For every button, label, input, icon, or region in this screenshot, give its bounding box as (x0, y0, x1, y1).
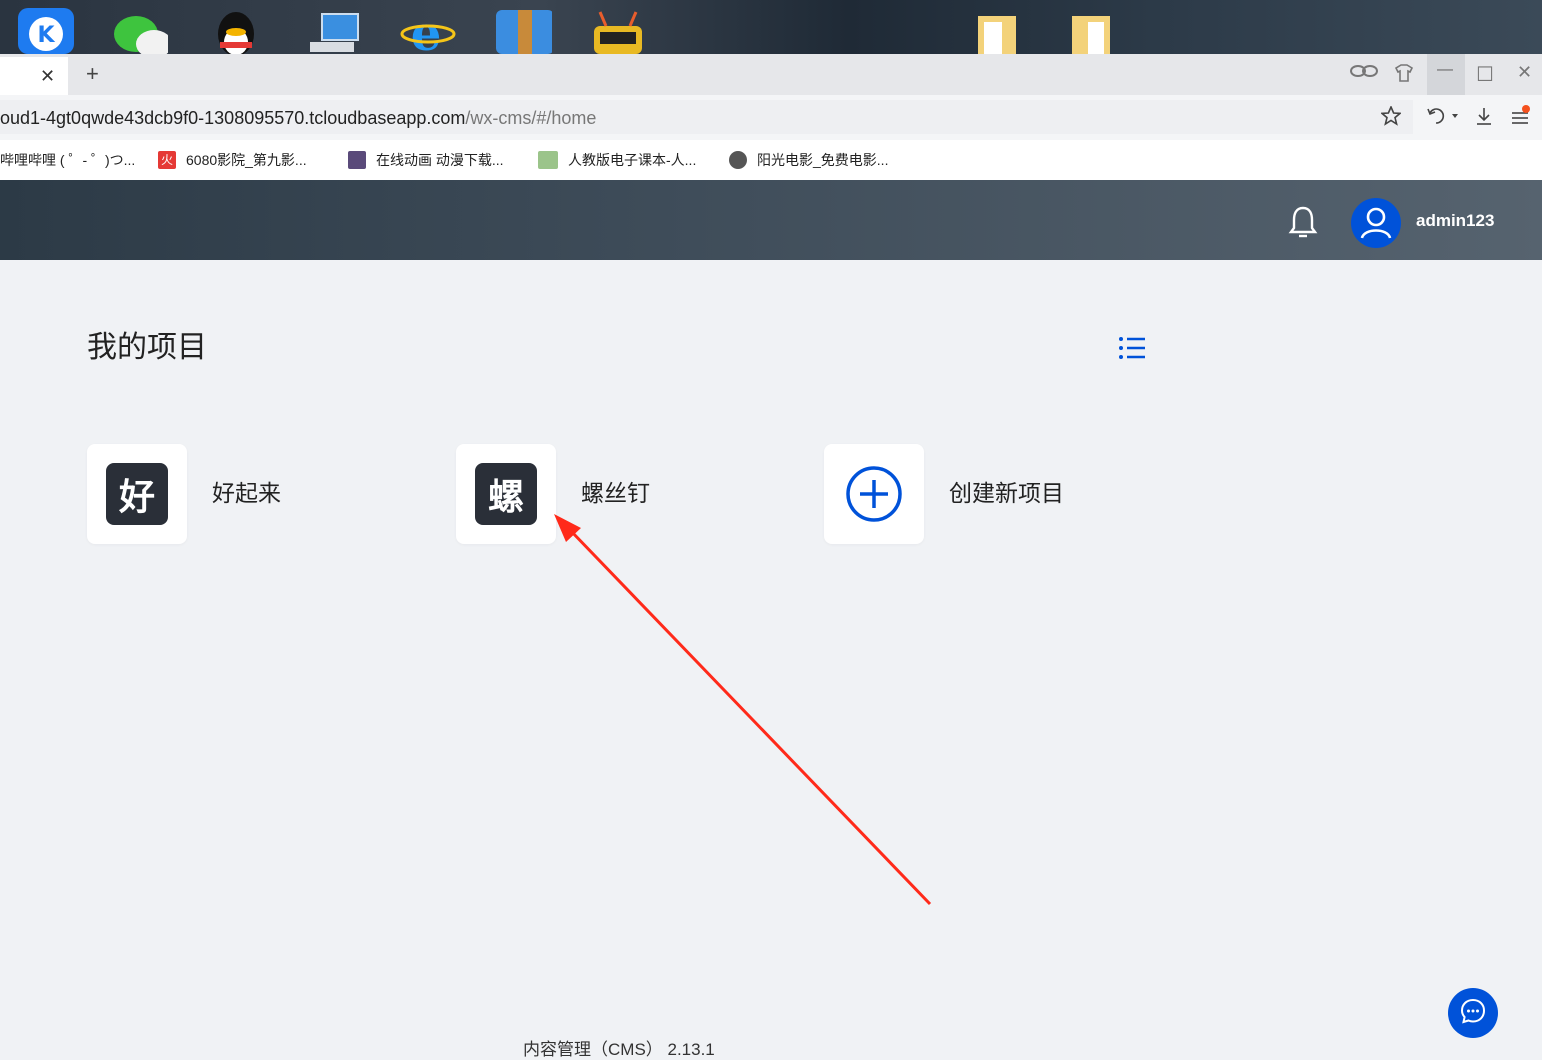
plus-circle-icon (845, 465, 903, 528)
avatar[interactable] (1351, 198, 1401, 248)
undo-close-tab-icon[interactable] (1426, 105, 1460, 132)
movie-icon (729, 151, 747, 169)
url-host: oud1-4gt0qwde43dcb9f0-1308095570.tcloudb… (0, 108, 466, 128)
project-name[interactable]: 螺丝钉 (581, 474, 650, 508)
project-card[interactable]: 好 (87, 444, 187, 544)
minimize-button[interactable]: — (1427, 54, 1465, 95)
desktop-taskbar: K e (0, 0, 1542, 54)
folder-icon[interactable] (966, 4, 1026, 54)
skin-icon[interactable] (1394, 64, 1414, 87)
project-name[interactable]: 好起来 (212, 474, 281, 508)
app-header: admin123 (0, 180, 1542, 260)
footer-version: 内容管理（CMS） 2.13.1 (523, 1040, 715, 1059)
address-bar: oud1-4gt0qwde43dcb9f0-1308095570.tcloudb… (0, 95, 1542, 141)
archive-icon[interactable] (492, 4, 552, 54)
browser-tab[interactable]: ✕ (0, 57, 68, 95)
create-project-label[interactable]: 创建新项目 (949, 474, 1064, 508)
bookmark-label: 哔哩哔哩 ( ゜- ゜)つ... (0, 152, 136, 168)
svg-text:K: K (37, 23, 55, 48)
bookmark-item[interactable]: 哔哩哔哩 ( ゜- ゜)つ... (0, 150, 135, 170)
url-input[interactable]: oud1-4gt0qwde43dcb9f0-1308095570.tcloudb… (0, 100, 1413, 134)
bookmark-item[interactable]: 在线动画 动漫下载... (348, 150, 504, 170)
bell-icon[interactable] (1288, 204, 1318, 238)
tab-close-icon[interactable]: ✕ (40, 66, 55, 87)
url-path: /wx-cms/#/home (465, 108, 597, 128)
bookmark-label: 人教版电子课本-人... (568, 152, 697, 168)
incognito-mask-icon[interactable] (1350, 64, 1378, 83)
username[interactable]: admin123 (1416, 211, 1494, 231)
bookmark-item[interactable]: 人教版电子课本-人... (538, 150, 696, 170)
robot-icon[interactable] (588, 4, 648, 54)
folder-icon[interactable] (1062, 4, 1122, 54)
bookmarks-bar: 哔哩哔哩 ( ゜- ゜)つ... 火 6080影院_第九影... 在线动画 动漫… (0, 140, 1542, 180)
project-card[interactable]: 螺 (456, 444, 556, 544)
url-text: oud1-4gt0qwde43dcb9f0-1308095570.tcloudb… (0, 108, 596, 129)
page-title: 我的项目 (87, 331, 207, 364)
bookmark-item[interactable]: 阳光电影_免费电影... (729, 150, 888, 170)
menu-icon[interactable] (1510, 105, 1532, 132)
kugou-icon[interactable]: K (16, 4, 76, 54)
create-project-card[interactable] (824, 444, 924, 544)
bookmark-label: 阳光电影_免费电影... (757, 152, 889, 168)
project-badge: 好 (106, 463, 168, 525)
ie-browser-icon[interactable]: e (398, 4, 458, 54)
list-view-icon[interactable] (1118, 335, 1146, 361)
fire-icon: 火 (158, 151, 176, 169)
bookmark-star-icon[interactable] (1379, 104, 1403, 131)
svg-text:e: e (411, 6, 442, 54)
chat-bubble-icon (1460, 998, 1486, 1029)
anime-icon (348, 151, 366, 169)
bookmark-label: 在线动画 动漫下载... (376, 152, 504, 168)
download-icon[interactable] (1474, 106, 1494, 131)
project-badge: 螺 (475, 463, 537, 525)
bookmark-label: 6080影院_第九影... (186, 152, 307, 168)
new-tab-icon[interactable]: + (86, 61, 99, 87)
chat-button[interactable] (1448, 988, 1498, 1038)
book-icon (538, 151, 558, 169)
maximize-button[interactable]: ☐ (1476, 62, 1494, 87)
qq-penguin-icon[interactable] (206, 4, 266, 54)
computer-icon[interactable] (302, 4, 362, 54)
browser-tab-bar: ✕ + — ☐ ✕ (0, 54, 1542, 95)
bookmark-item[interactable]: 火 6080影院_第九影... (158, 150, 307, 170)
close-window-button[interactable]: ✕ (1517, 62, 1532, 83)
wechat-icon[interactable] (108, 4, 168, 54)
